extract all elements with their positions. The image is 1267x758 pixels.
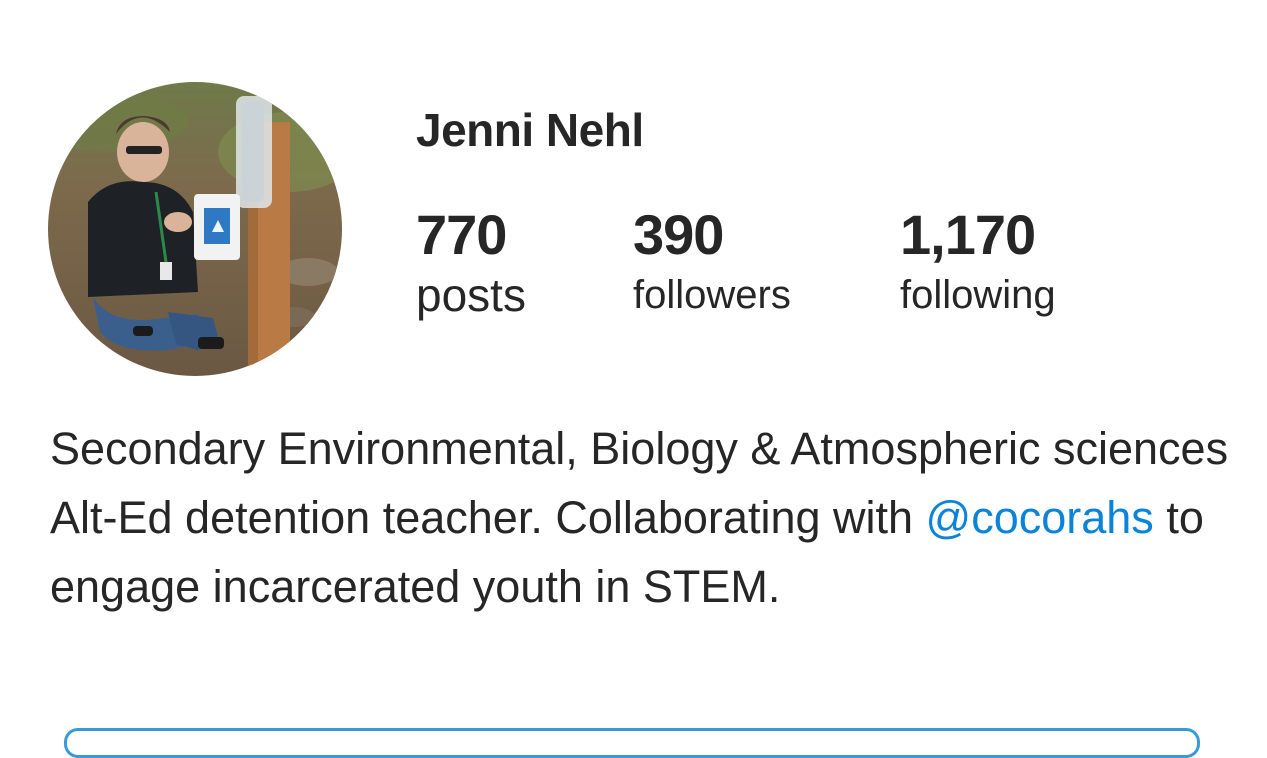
posts-count: 770 — [416, 203, 507, 266]
following-label: following — [900, 273, 1056, 317]
avatar-photo — [48, 82, 342, 376]
posts-stat[interactable]: 770 posts — [416, 200, 526, 320]
following-count: 1,170 — [900, 203, 1036, 266]
profile-avatar[interactable] — [48, 82, 342, 376]
followers-label: followers — [633, 273, 791, 317]
following-stat[interactable]: 1,170 following — [900, 200, 1056, 320]
bio-mention-link[interactable]: @cocorahs — [926, 492, 1154, 543]
profile-bio: Secondary Environmental, Biology & Atmos… — [50, 414, 1230, 621]
followers-count: 390 — [633, 203, 724, 266]
posts-label: posts — [416, 269, 526, 321]
followers-stat[interactable]: 390 followers — [633, 200, 791, 320]
profile-username: Jenni Nehl — [416, 104, 644, 156]
